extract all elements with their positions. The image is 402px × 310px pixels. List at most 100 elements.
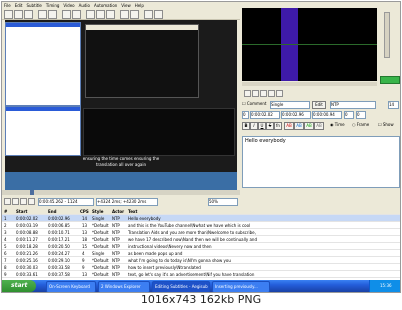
menu-automation[interactable]: Automation	[94, 3, 117, 8]
time-radio[interactable]: ◉ Time	[330, 123, 345, 127]
table-row[interactable]: 9 0:00:33.61 0:00:37.58 13 *Default NTP text, …	[2, 271, 400, 278]
primary-color-button[interactable]: AB	[284, 122, 294, 130]
task-aegisub[interactable]: Editing Subtitles - Aegisub	[152, 281, 210, 292]
stop-icon[interactable]	[252, 90, 259, 97]
find-icon[interactable]	[62, 10, 71, 19]
margin-left-field[interactable]: 0	[344, 111, 354, 119]
play-selection-icon[interactable]	[244, 90, 251, 97]
video-preview[interactable]: ensuring the time comes ensuring the tra…	[5, 20, 237, 192]
audio-icon[interactable]	[48, 10, 57, 19]
secondary-color-button[interactable]: AB	[294, 122, 304, 130]
save-icon[interactable]	[24, 10, 33, 19]
col-end[interactable]: End	[48, 209, 56, 214]
menu-help[interactable]: Help	[135, 3, 144, 8]
start-time-field[interactable]: 0:00:02.02	[250, 111, 280, 119]
underline-button[interactable]: U	[258, 122, 266, 130]
task-inserting[interactable]: Inserting previously...	[212, 281, 270, 292]
edit-style-button[interactable]: Edit	[312, 101, 326, 109]
video-icon[interactable]	[38, 10, 47, 19]
cell-number: 6	[4, 251, 7, 256]
cell-start: 0:00:25.16	[16, 258, 38, 263]
seek-thumb[interactable]	[30, 190, 34, 195]
table-row[interactable]: 6 0:00:21.26 0:00:24.27 4 Single NTP as been m…	[2, 250, 400, 257]
col-actor[interactable]: Actor	[112, 209, 124, 214]
new-file-icon[interactable]	[4, 10, 13, 19]
col-text[interactable]: Text	[128, 209, 137, 214]
menu-edit[interactable]: Edit	[15, 3, 23, 8]
comment-checkbox[interactable]: ☐ Comment	[242, 102, 266, 106]
col-start[interactable]: Start	[16, 209, 27, 214]
video-seek-bar[interactable]	[2, 190, 240, 195]
styles-icon[interactable]	[86, 10, 95, 19]
italic-button[interactable]: I	[250, 122, 258, 130]
cell-text: we have 17 described now\Nand then we wi…	[128, 237, 257, 242]
menu-timing[interactable]: Timing	[46, 3, 60, 8]
cell-cps: 13	[82, 223, 88, 228]
audio-toolbar	[242, 88, 377, 98]
image-caption: 1016x743 162kb PNG	[140, 293, 262, 306]
table-row[interactable]: 1 0:00:02.02 0:00:02.96 14 Single NTP Hello ev…	[2, 215, 400, 222]
play-after-icon[interactable]	[268, 90, 275, 97]
commit-button[interactable]	[380, 76, 400, 84]
table-row[interactable]: 2 0:00:03.19 0:00:06.85 13 *Default NTP and th…	[2, 222, 400, 229]
stop-video-icon[interactable]	[20, 198, 27, 205]
menu-video[interactable]: Video	[63, 3, 74, 8]
cell-style: *Default	[92, 230, 109, 235]
col-number[interactable]: #	[4, 209, 7, 214]
shift-icon[interactable]	[130, 10, 139, 19]
menu-audio[interactable]: Audio	[79, 3, 90, 8]
frame-radio[interactable]: ○ Frame	[352, 123, 369, 127]
audio-scrollbar[interactable]	[242, 82, 377, 86]
table-row[interactable]: 5 0:00:18.28 0:00:20.50 15 *Default NTP instru…	[2, 243, 400, 250]
task-on-screen-keyboard[interactable]: On-Screen Keyboard	[46, 281, 96, 292]
end-time-field[interactable]: 0:00:02.96	[281, 111, 311, 119]
bold-button[interactable]: B	[242, 122, 250, 130]
outline-color-button[interactable]: AB	[304, 122, 314, 130]
col-style[interactable]: Style	[92, 209, 103, 214]
replace-icon[interactable]	[72, 10, 81, 19]
menu-view[interactable]: View	[121, 3, 131, 8]
zoom-slider[interactable]	[384, 12, 390, 58]
play-end-icon[interactable]	[276, 90, 283, 97]
open-file-icon[interactable]	[14, 10, 23, 19]
style-select[interactable]: Single	[270, 101, 310, 109]
show-original-checkbox[interactable]: ☐ Show	[378, 123, 394, 127]
actor-field[interactable]: NTP	[330, 101, 376, 109]
table-row[interactable]: 7 0:00:25.16 0:00:29.10 9 *Default NTP what I'…	[2, 257, 400, 264]
table-row[interactable]: 8 0:00:30.03 0:00:33.58 9 *Default NTP how to …	[2, 264, 400, 271]
translation-icon[interactable]	[154, 10, 163, 19]
cell-end: 0:00:02.96	[48, 216, 70, 221]
cell-start: 0:00:03.19	[16, 223, 38, 228]
font-button[interactable]: fn	[274, 122, 282, 130]
cell-actor: NTP	[112, 244, 120, 249]
spell-check-icon[interactable]	[144, 10, 153, 19]
strikeout-button[interactable]: S	[266, 122, 274, 130]
cell-end: 0:00:06.85	[48, 223, 70, 228]
cell-cps: 13	[82, 272, 88, 277]
shadow-color-button[interactable]: AB	[314, 122, 324, 130]
video-offset-field[interactable]: +4324 2ms; +4230 2ms	[96, 198, 158, 206]
menu-subtitle[interactable]: Subtitle	[26, 3, 41, 8]
layer-field[interactable]: 14	[388, 101, 399, 109]
video-time-field[interactable]: 0:00:45.262 - 1124	[38, 198, 94, 206]
margin-right-field[interactable]: 0	[356, 111, 366, 119]
task-windows-explorer[interactable]: 2 Windows Explorer	[98, 281, 150, 292]
play-before-icon[interactable]	[260, 90, 267, 97]
autoscroll-icon[interactable]	[28, 198, 35, 205]
duration-field[interactable]: 0:00:00.94	[312, 111, 342, 119]
play-line-icon[interactable]	[12, 198, 19, 205]
start-button[interactable]: start	[2, 280, 36, 292]
properties-icon[interactable]	[96, 10, 105, 19]
play-icon[interactable]	[4, 198, 11, 205]
timing-icon[interactable]	[120, 10, 129, 19]
subtitle-line-2: translation all over again	[95, 162, 146, 167]
audio-waveform[interactable]	[242, 8, 377, 81]
menu-file[interactable]: File	[4, 3, 11, 8]
fonts-icon[interactable]	[106, 10, 115, 19]
zoom-select[interactable]: 50%	[208, 198, 238, 206]
table-row[interactable]: 4 0:00:11.27 0:00:17.21 18 *Default NTP we hav…	[2, 236, 400, 243]
col-cps[interactable]: CPS	[80, 209, 89, 214]
layer-spin[interactable]: 0	[242, 111, 249, 119]
table-row[interactable]: 3 0:00:08.88 0:00:10.71 13 *Default NTP Transl…	[2, 229, 400, 236]
subtitle-text-editor[interactable]: Hello everybody	[242, 136, 400, 188]
